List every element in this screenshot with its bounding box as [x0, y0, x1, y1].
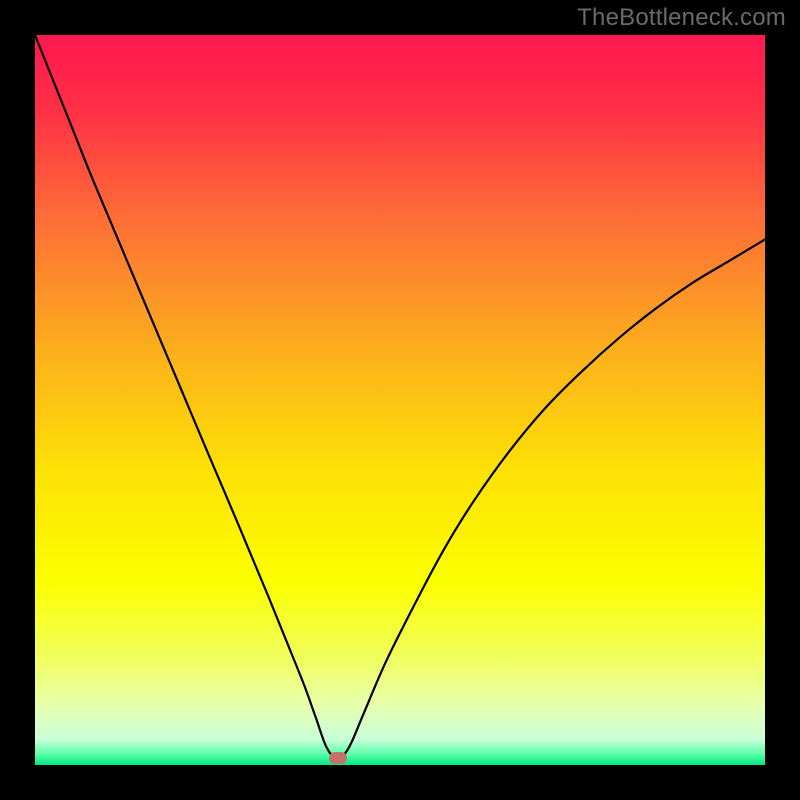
- chart-frame: TheBottleneck.com: [0, 0, 800, 800]
- watermark-text: TheBottleneck.com: [577, 4, 786, 32]
- plot-area: [35, 35, 765, 765]
- bottleneck-curve: [35, 35, 765, 765]
- minimum-marker: [329, 752, 347, 764]
